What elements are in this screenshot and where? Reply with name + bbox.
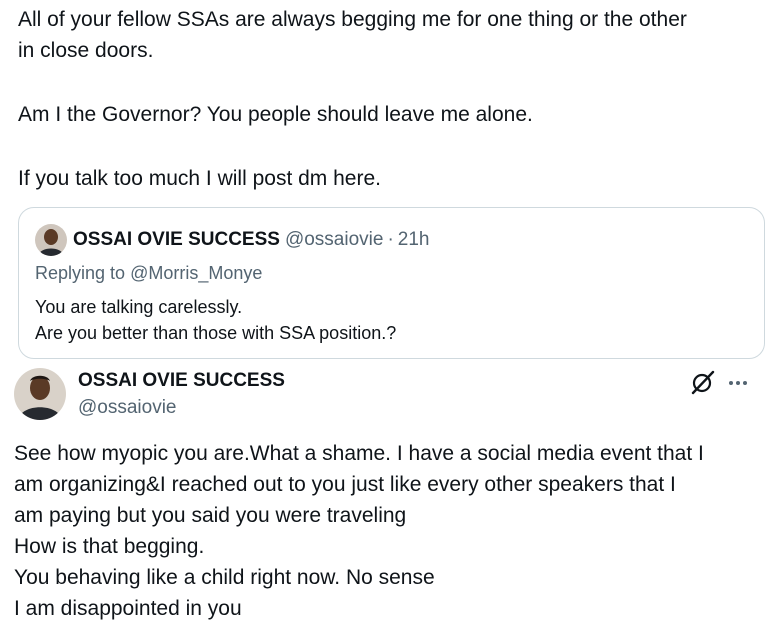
- reply-text-line: am organizing&I reached out to you just …: [14, 473, 676, 496]
- grok-icon[interactable]: [690, 369, 716, 395]
- separator-dot: ·: [387, 229, 394, 250]
- display-name[interactable]: OSSAI OVIE SUCCESS: [78, 370, 285, 392]
- quoted-text-line: Are you better than those with SSA posit…: [35, 323, 397, 343]
- tweet-text-line: in close doors.: [18, 39, 154, 62]
- tweet-screenshot: All of your fellow SSAs are always beggi…: [0, 0, 777, 629]
- reply-text-line: I am disappointed in you: [14, 597, 242, 620]
- reply-tweet-text: See how myopic you are.What a shame. I h…: [14, 438, 769, 624]
- timestamp[interactable]: 21h: [398, 229, 430, 251]
- display-name[interactable]: OSSAI OVIE SUCCESS: [73, 229, 280, 251]
- tweet-text-line: All of your fellow SSAs are always beggi…: [18, 8, 687, 31]
- tweet-text-line: Am I the Governor? You people should lea…: [18, 103, 533, 126]
- user-handle[interactable]: @ossaiovie: [285, 229, 384, 251]
- reply-text-line: How is that begging.: [14, 535, 205, 558]
- quoted-tweet-card[interactable]: OSSAI OVIE SUCCESS @ossaiovie · 21h Repl…: [18, 207, 765, 359]
- quoted-text-line: You are talking carelessly.: [35, 297, 243, 317]
- reply-text-line: am paying but you said you were travelin…: [14, 504, 407, 527]
- replying-to-label: Replying to: [35, 263, 126, 283]
- avatar[interactable]: [14, 368, 66, 420]
- user-handle[interactable]: @ossaiovie: [78, 397, 177, 419]
- reply-text-line: See how myopic you are.What a shame. I h…: [14, 442, 704, 465]
- replying-to: Replying to @Morris_Monye: [35, 263, 262, 284]
- tweet-text-line: If you talk too much I will post dm here…: [18, 167, 381, 190]
- quoted-tweet-header: OSSAI OVIE SUCCESS @ossaiovie · 21h: [35, 224, 429, 256]
- quoted-tweet-text: You are talking carelessly. Are you bett…: [35, 294, 396, 346]
- reply-text-line: You behaving like a child right now. No …: [14, 566, 435, 589]
- more-icon[interactable]: [726, 369, 750, 395]
- mention-link[interactable]: @Morris_Monye: [130, 263, 262, 283]
- avatar[interactable]: [35, 224, 67, 256]
- tweet-text: All of your fellow SSAs are always beggi…: [18, 4, 763, 194]
- reply-tweet: OSSAI OVIE SUCCESS @ossaiovie See how my…: [0, 362, 777, 629]
